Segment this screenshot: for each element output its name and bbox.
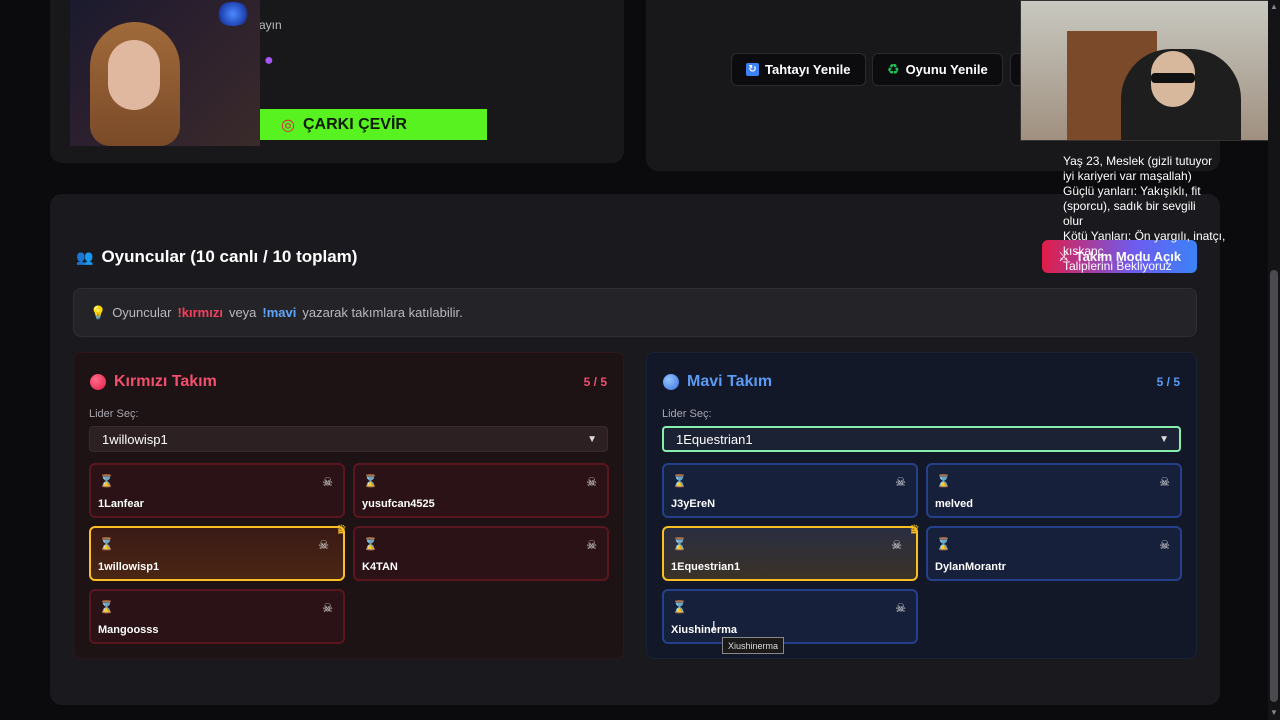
player-name: J3yEreN bbox=[671, 498, 716, 510]
blue-leader-value: 1Equestrian1 bbox=[676, 431, 753, 447]
player-name: yusufcan4525 bbox=[362, 498, 435, 510]
player-name: 1Lanfear bbox=[98, 498, 144, 510]
player-card[interactable]: ⌛ ☠ melved bbox=[926, 463, 1182, 518]
player-name: K4TAN bbox=[362, 561, 398, 573]
hourglass-icon: ⌛ bbox=[672, 537, 687, 551]
skull-crossbones-icon[interactable]: ☠ bbox=[586, 475, 597, 489]
info-red-command: !kırmızı bbox=[177, 305, 223, 320]
hourglass-icon: ⌛ bbox=[99, 600, 114, 614]
team-info-banner: 💡 Oyuncular !kırmızı veya !mavi yazarak … bbox=[73, 288, 1197, 337]
player-name: 1Equestrian1 bbox=[671, 561, 741, 573]
text-cursor-icon: I bbox=[712, 618, 716, 633]
hourglass-icon: ⌛ bbox=[99, 537, 114, 551]
blue-team-count: 5 / 5 bbox=[1156, 375, 1180, 389]
info-or: veya bbox=[228, 305, 257, 320]
hourglass-icon: ⌛ bbox=[936, 474, 951, 488]
player-card[interactable]: ⌛ ☠ Xiushinerma bbox=[662, 589, 918, 644]
hourglass-icon: ⌛ bbox=[672, 474, 687, 488]
skull-crossbones-icon[interactable]: ☠ bbox=[895, 601, 906, 615]
player-name: melved bbox=[935, 498, 973, 510]
skull-crossbones-icon[interactable]: ☠ bbox=[586, 538, 597, 552]
hourglass-icon: ⌛ bbox=[936, 537, 951, 551]
skull-crossbones-icon[interactable]: ☠ bbox=[322, 601, 333, 615]
players-title-text: Oyuncular (10 canlı / 10 toplam) bbox=[101, 247, 358, 266]
webcam-left bbox=[70, 0, 260, 146]
skull-crossbones-icon[interactable]: ☠ bbox=[322, 475, 333, 489]
red-circle-icon bbox=[90, 374, 106, 390]
recycle-icon: ♻ bbox=[887, 61, 900, 77]
crown-icon: ♛ bbox=[335, 522, 347, 537]
players-title: 👥 Oyuncular (10 canlı / 10 toplam) bbox=[76, 247, 357, 267]
blue-leader-label: Lider Seç: bbox=[662, 408, 712, 420]
refresh-board-label: Tahtayı Yenile bbox=[765, 62, 851, 77]
player-card[interactable]: ⌛ ☠ J3yEreN bbox=[662, 463, 918, 518]
info-suffix: yazarak takımlara katılabilir. bbox=[302, 305, 463, 320]
player-name: 1willowisp1 bbox=[98, 561, 160, 573]
player-card[interactable]: ⌛ ☠ yusufcan4525 bbox=[353, 463, 609, 518]
player-name: Xiushinerma bbox=[671, 624, 738, 636]
blue-team-title: Mavi Takım bbox=[663, 373, 772, 391]
blue-circle-icon bbox=[663, 374, 679, 390]
player-card[interactable]: ⌛ ☠ 1Lanfear bbox=[89, 463, 345, 518]
bomb-icon: ● bbox=[264, 52, 274, 69]
target-icon: ◎ bbox=[281, 116, 295, 134]
scrollbar-thumb[interactable] bbox=[1270, 270, 1278, 702]
crown-icon: ♛ bbox=[908, 522, 920, 537]
refresh-icon: ↻ bbox=[746, 63, 759, 76]
hourglass-icon: ⌛ bbox=[363, 537, 378, 551]
player-card[interactable]: ⌛ ☠ Mangoosss bbox=[89, 589, 345, 644]
blue-leader-select[interactable]: 1Equestrian1 ▼ bbox=[662, 426, 1181, 452]
skull-crossbones-icon[interactable]: ☠ bbox=[1159, 475, 1170, 489]
info-prefix: Oyuncular bbox=[112, 305, 172, 320]
red-leader-select[interactable]: 1willowisp1 ▼ bbox=[89, 426, 608, 452]
red-leader-value: 1willowisp1 bbox=[102, 431, 168, 447]
spin-wheel-button[interactable]: ◎ ÇARKI ÇEVİR bbox=[259, 109, 487, 140]
red-team-panel: Kırmızı Takım 5 / 5 Lider Seç: 1willowis… bbox=[73, 352, 624, 659]
refresh-board-button[interactable]: ↻ Tahtayı Yenile bbox=[731, 53, 866, 86]
red-team-count: 5 / 5 bbox=[583, 375, 607, 389]
player-card[interactable]: ⌛ ☠ DylanMorantr bbox=[926, 526, 1182, 581]
chevron-down-icon: ▼ bbox=[1159, 433, 1169, 445]
restart-game-button[interactable]: ♻ Oyunu Yenile bbox=[872, 53, 1003, 86]
player-name: DylanMorantr bbox=[935, 561, 1006, 573]
red-leader-label: Lider Seç: bbox=[89, 408, 139, 420]
skull-crossbones-icon[interactable]: ☠ bbox=[1159, 538, 1170, 552]
lightbulb-icon: 💡 bbox=[90, 304, 107, 320]
scroll-down-icon[interactable]: ▼ bbox=[1270, 708, 1278, 717]
blue-team-panel: Mavi Takım 5 / 5 Lider Seç: 1Equestrian1… bbox=[646, 352, 1197, 659]
player-card-leader[interactable]: ⌛ ☠ ♛ 1Equestrian1 bbox=[662, 522, 920, 581]
hourglass-icon: ⌛ bbox=[99, 474, 114, 488]
player-card[interactable]: ⌛ ☠ K4TAN bbox=[353, 526, 609, 581]
info-blue-command: !mavi bbox=[262, 305, 297, 320]
partial-label: ayın bbox=[259, 18, 282, 32]
red-team-title: Kırmızı Takım bbox=[90, 373, 217, 391]
stream-overlay-text: Yaş 23, Meslek (gizli tutuyor iyi kariye… bbox=[1063, 154, 1226, 273]
scroll-up-icon[interactable]: ▲ bbox=[1270, 2, 1278, 11]
red-team-name: Kırmızı Takım bbox=[114, 373, 217, 390]
hourglass-icon: ⌛ bbox=[672, 600, 687, 614]
hourglass-icon: ⌛ bbox=[363, 474, 378, 488]
spin-wheel-label: ÇARKI ÇEVİR bbox=[302, 115, 407, 133]
player-tooltip: Xiushinerma bbox=[722, 637, 785, 654]
skull-crossbones-icon[interactable]: ☠ bbox=[895, 475, 906, 489]
blue-team-name: Mavi Takım bbox=[687, 373, 773, 390]
player-name: Mangoosss bbox=[98, 624, 159, 636]
restart-game-label: Oyunu Yenile bbox=[905, 62, 988, 77]
skull-crossbones-icon[interactable]: ☠ bbox=[891, 538, 902, 552]
skull-crossbones-icon[interactable]: ☠ bbox=[318, 538, 329, 552]
users-icon: 👥 bbox=[76, 248, 94, 265]
webcam-right bbox=[1020, 0, 1278, 141]
player-card-leader[interactable]: ⌛ ☠ ♛ 1willowisp1 bbox=[89, 522, 347, 581]
chevron-down-icon: ▼ bbox=[587, 433, 597, 445]
